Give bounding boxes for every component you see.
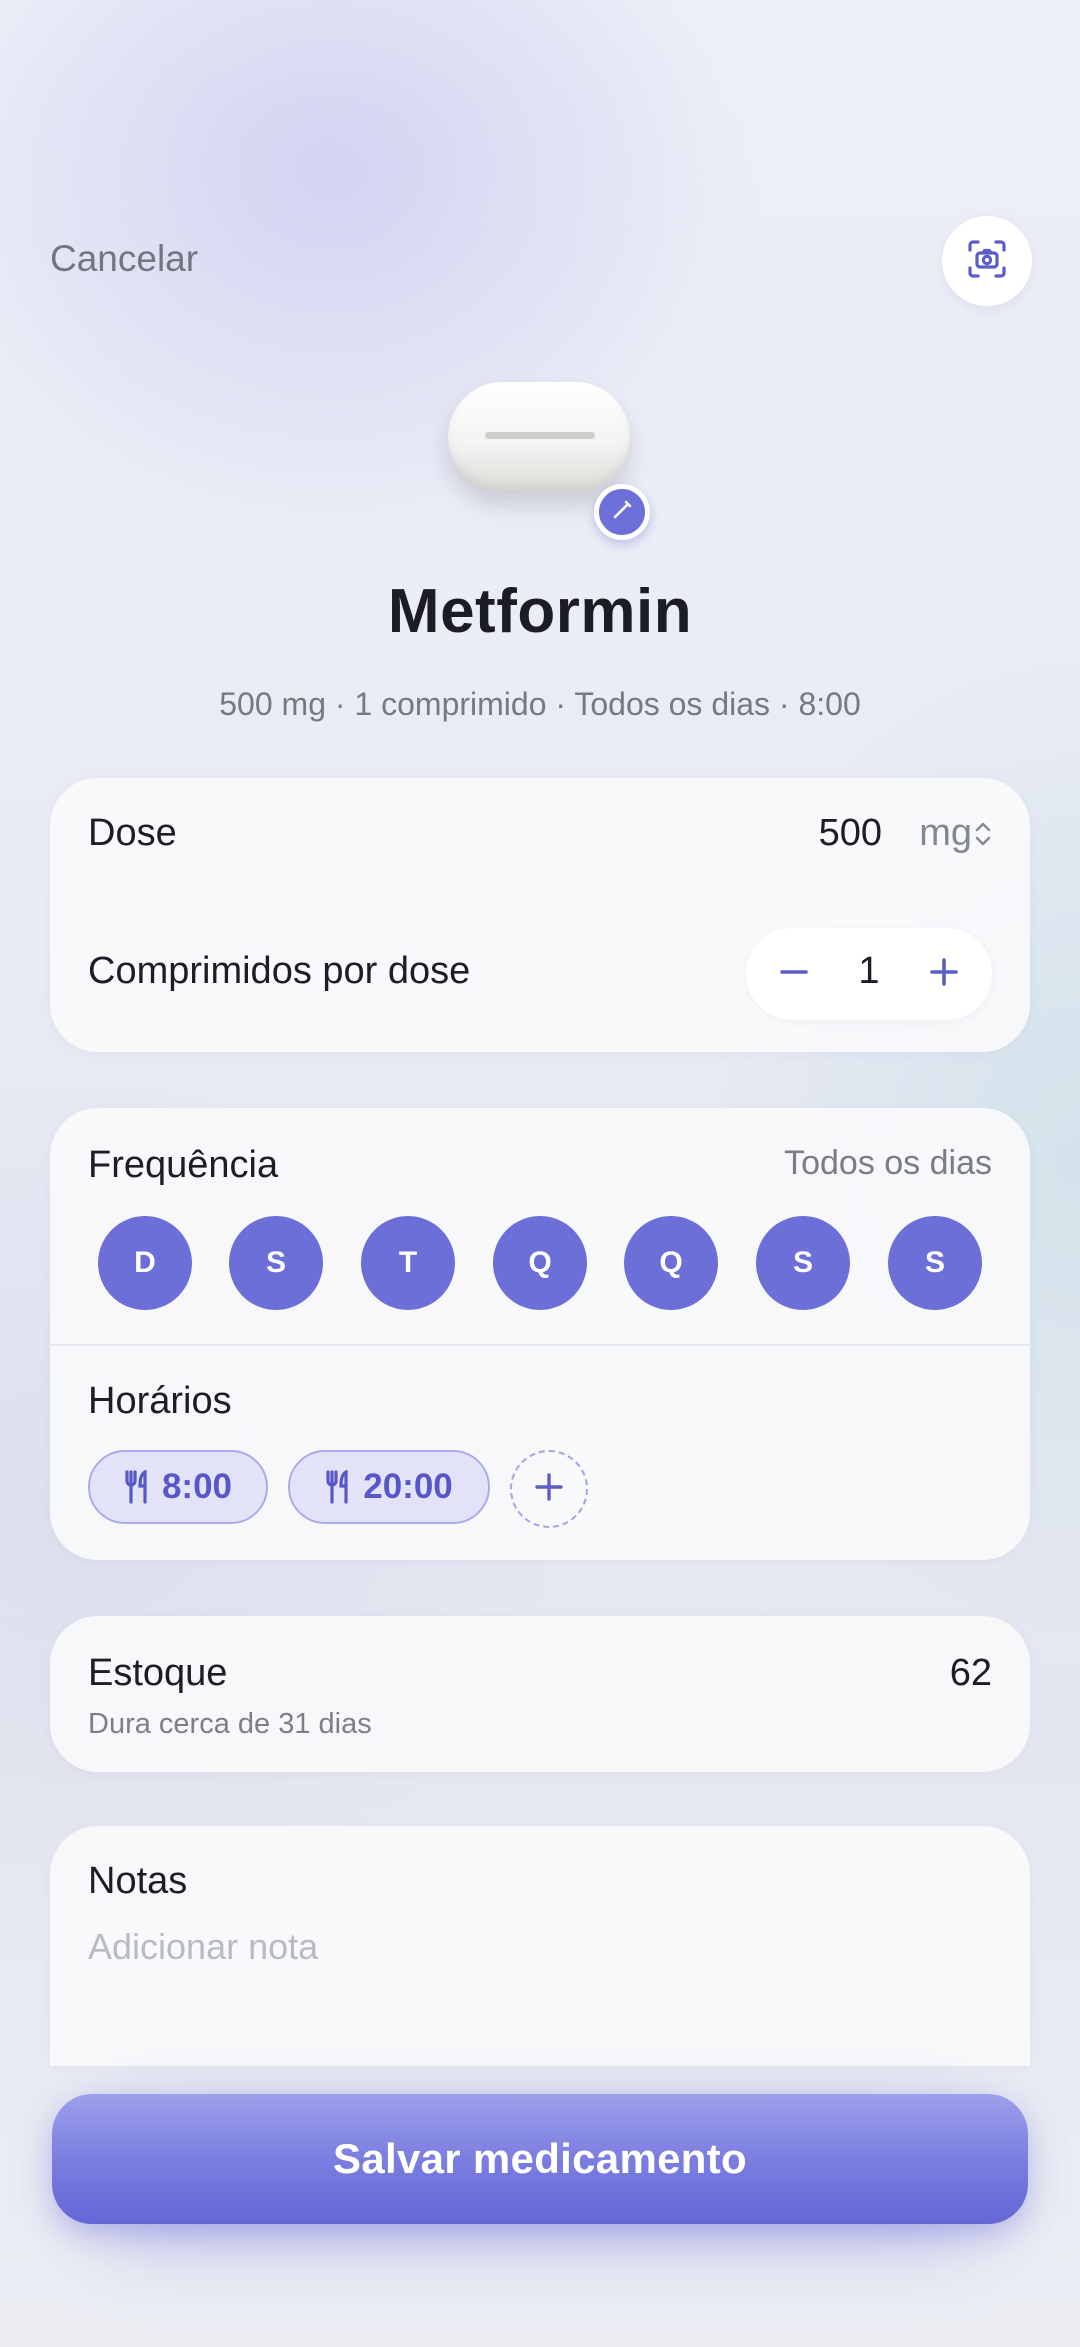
quantity-stepper: 1 <box>746 928 992 1020</box>
day-toggle[interactable]: Q <box>624 1216 718 1310</box>
divider <box>50 1344 1030 1346</box>
day-toggle[interactable]: Q <box>493 1216 587 1310</box>
medication-name[interactable]: Metformin <box>0 576 1080 647</box>
dose-label: Dose <box>88 812 177 854</box>
time-label: 8:00 <box>161 1467 233 1506</box>
frequency-value[interactable]: Todos os dias <box>784 1144 992 1183</box>
time-label: 20:00 <box>363 1467 453 1506</box>
dose-card: Dose 500 mg Comprimidos por dose 1 <box>50 778 1030 1052</box>
plus-icon <box>534 1472 564 1507</box>
time-chip[interactable]: 20:00 <box>288 1450 490 1524</box>
chevron-up-down-icon[interactable] <box>974 820 992 853</box>
dose-value[interactable]: 500 <box>819 812 882 855</box>
notes-card: Notas <box>50 1826 1030 2066</box>
stock-duration: Dura cerca de 31 dias <box>88 1708 372 1740</box>
save-medication-button[interactable]: Salvar medicamento <box>52 2094 1028 2224</box>
increment-button[interactable] <box>904 928 984 1020</box>
plus-icon <box>929 957 959 992</box>
notes-label: Notas <box>88 1860 188 1902</box>
day-toggle[interactable]: S <box>756 1216 850 1310</box>
day-toggle[interactable]: S <box>229 1216 323 1310</box>
notes-input[interactable] <box>88 1926 968 1968</box>
frequency-label: Frequência <box>88 1144 279 1186</box>
pills-per-dose-label: Comprimidos por dose <box>88 950 471 992</box>
edit-image-button[interactable] <box>594 484 650 540</box>
stock-count[interactable]: 62 <box>950 1652 992 1695</box>
fork-knife-icon <box>124 1470 150 1504</box>
stock-card[interactable]: Estoque Dura cerca de 31 dias 62 <box>50 1616 1030 1772</box>
day-toggle[interactable]: D <box>98 1216 192 1310</box>
stock-label: Estoque <box>88 1652 228 1694</box>
scan-button[interactable] <box>942 216 1032 306</box>
camera-scan-icon <box>966 238 1008 285</box>
pencil-icon <box>610 498 634 527</box>
pill-icon <box>448 382 630 492</box>
frequency-card: Frequência Todos os dias D S T Q Q S S H… <box>50 1108 1030 1560</box>
times-label: Horários <box>88 1380 232 1422</box>
cancel-button[interactable]: Cancelar <box>50 238 198 280</box>
day-toggle[interactable]: T <box>361 1216 455 1310</box>
day-toggle[interactable]: S <box>888 1216 982 1310</box>
add-time-button[interactable] <box>510 1450 588 1528</box>
dose-unit-picker[interactable]: mg <box>919 812 972 855</box>
medication-summary: 500 mg · 1 comprimido · Todos os dias · … <box>219 686 861 722</box>
medication-image <box>448 382 650 542</box>
time-chip[interactable]: 8:00 <box>88 1450 268 1524</box>
weekday-selector: D S T Q Q S S <box>98 1216 982 1310</box>
fork-knife-icon <box>325 1470 351 1504</box>
